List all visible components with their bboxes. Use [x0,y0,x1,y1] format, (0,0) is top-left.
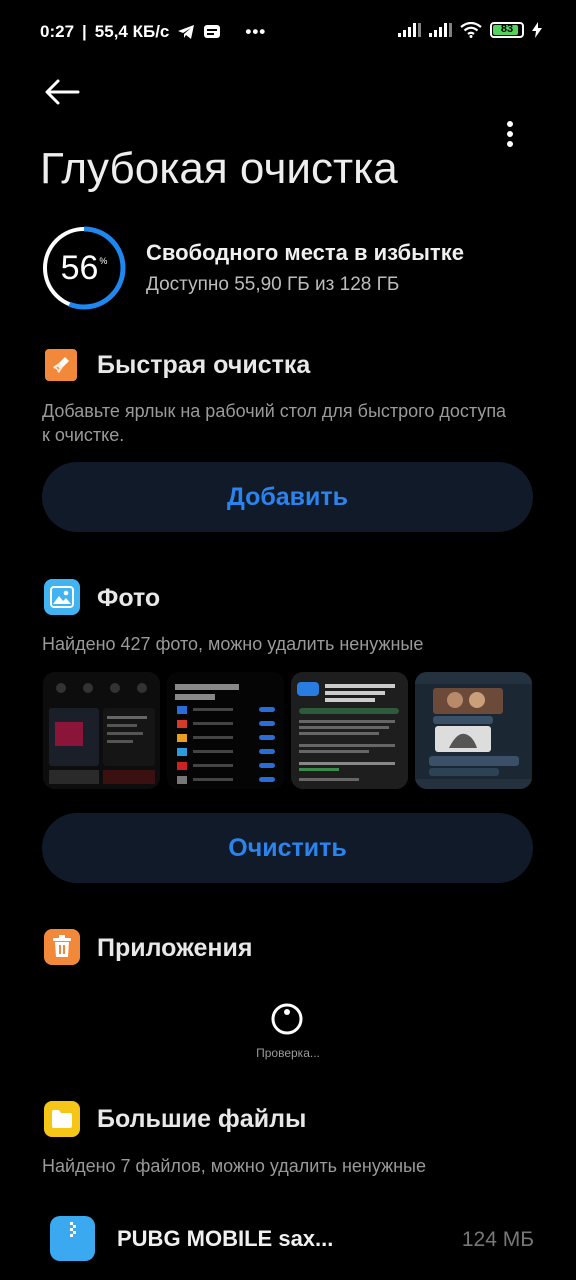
storage-subtitle: Доступно 55,90 ГБ из 128 ГБ [146,274,400,295]
wifi-icon [460,22,482,38]
photo-thumbnail-1[interactable] [43,672,160,789]
back-button[interactable] [38,70,86,114]
folder-icon [44,1101,80,1137]
battery-level: 83 [500,23,514,35]
large-files-title: Большие файлы [97,1105,307,1133]
signal-1-icon [398,23,421,37]
photos-description: Найдено 427 фото, можно удалить ненужные [42,634,424,654]
file-size: 124 МБ [461,1228,534,1251]
quick-clean-title: Быстрая очистка [97,351,311,379]
storage-percent-value: 56 [60,248,99,287]
file-name: PUBG MOBILE sax... [117,1226,334,1251]
battery-icon: 83 [490,22,524,38]
file-row[interactable]: PUBG MOBILE sax... 124 МБ [0,1210,576,1270]
arrow-left-icon [45,79,80,105]
apps-loading-text: Проверка... [256,1046,320,1060]
telegram-icon [178,25,195,39]
photo-thumbnail-2[interactable] [167,672,284,789]
photo-thumbnail-3[interactable] [291,672,408,789]
zip-file-icon [50,1216,95,1261]
apps-title: Приложения [97,934,253,962]
photo-thumbnail-4[interactable] [415,672,532,789]
more-vertical-icon [507,121,513,147]
message-icon [204,25,221,38]
page-title: Глубокая очистка [40,144,398,193]
storage-percent-sign: % [99,256,108,266]
large-files-description: Найдено 7 файлов, можно удалить ненужные [42,1156,426,1176]
status-network-speed: 55,4 КБ/с [94,22,170,41]
more-options-button[interactable] [492,116,528,152]
quick-clean-description: Добавьте ярлык на рабочий стол для быстр… [42,401,507,445]
clean-photos-button[interactable]: Очистить [42,813,533,883]
charging-icon [532,22,542,38]
photos-title: Фото [97,584,161,612]
status-right: 83 [398,22,542,38]
loading-spinner-icon [271,1003,303,1035]
storage-title: Свободного места в избытке [146,240,464,265]
status-bar: 0:27 | 55,4 КБ/с ••• 83 [0,0,576,64]
broom-icon [45,349,77,381]
add-shortcut-button[interactable]: Добавить [42,462,533,532]
signal-2-icon [429,23,452,37]
trash-icon [44,929,80,965]
storage-percent: 56 % [41,225,127,311]
status-left: 0:27 | 55,4 КБ/с ••• [40,22,266,42]
status-time: 0:27 [40,22,75,41]
image-icon [44,579,80,615]
status-overflow: ••• [245,22,267,41]
status-separator: | [82,22,87,41]
